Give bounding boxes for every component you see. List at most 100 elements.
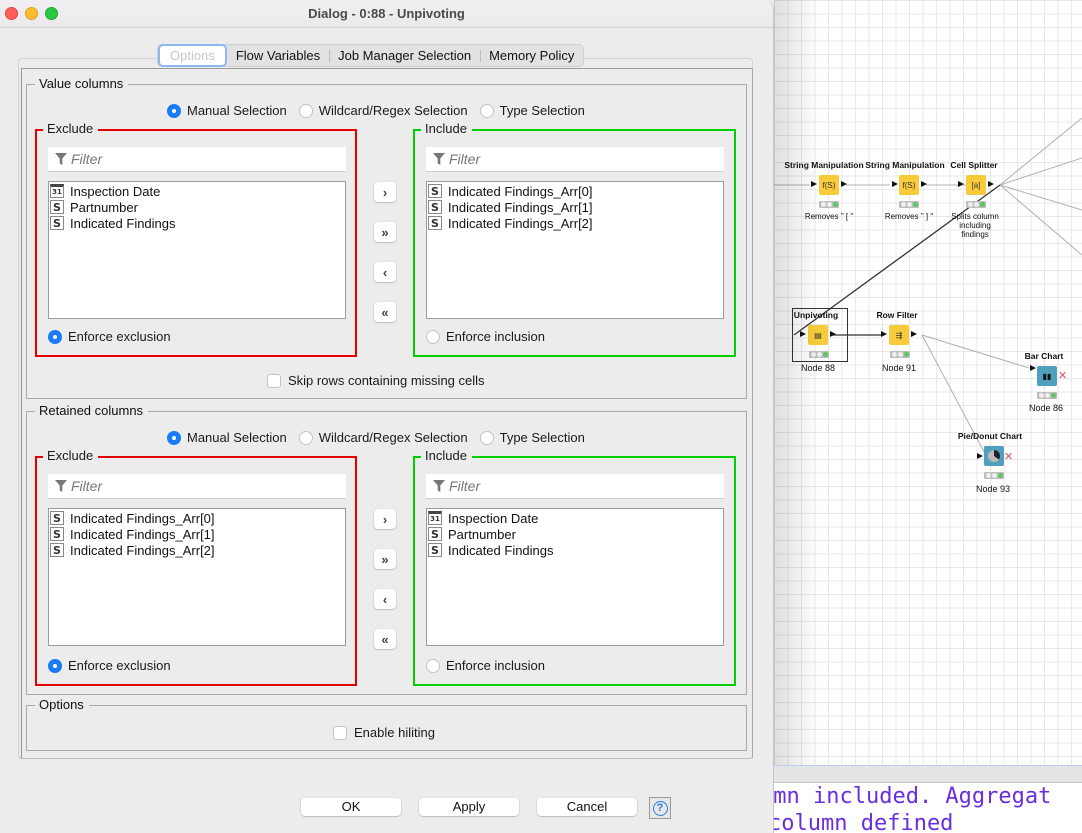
add-all-button[interactable]: »	[374, 549, 396, 569]
group-title: Retained columns	[35, 403, 149, 419]
list-item[interactable]: S Indicated Findings	[50, 215, 345, 231]
string-manipulation-icon: f(S)	[819, 175, 839, 195]
checkbox-unchecked[interactable]	[267, 373, 281, 388]
window-title: Dialog - 0:88 - Unpivoting	[308, 6, 465, 21]
add-button[interactable]: ›	[374, 182, 396, 202]
exclude-filter-input[interactable]: Filter	[48, 474, 346, 499]
date-type-icon: 31	[428, 511, 442, 525]
value-columns-mode-selector: Manual Selection Wildcard/Regex Selectio…	[167, 103, 597, 118]
mode-wildcard-regex-selection[interactable]: Wildcard/Regex Selection	[298, 103, 468, 118]
include-column-list[interactable]: 31 Inspection Date S Partnumber S Indicated…	[426, 508, 724, 646]
enforce-exclusion-radio[interactable]: Enforce exclusion	[48, 658, 171, 673]
tab-job-manager-selection[interactable]: Job Manager Selection	[329, 45, 480, 66]
list-item[interactable]: S Indicated Findings_Arr[2]	[428, 215, 723, 231]
node-status-traffic-light	[890, 351, 910, 358]
include-filter-input[interactable]: Filter	[426, 474, 724, 499]
radio-checked[interactable]	[48, 329, 62, 344]
help-button[interactable]: ?	[649, 797, 671, 819]
radio-unchecked[interactable]	[479, 103, 494, 118]
add-all-button[interactable]: »	[374, 222, 396, 242]
console-line: umn included. Aggregat	[774, 784, 1052, 809]
remove-button[interactable]: ‹	[374, 262, 396, 282]
node-annotation: Removes " [ "	[804, 212, 854, 221]
skip-missing-cells-checkbox[interactable]: Skip rows containing missing cells	[267, 373, 485, 388]
canvas-bottom-bar	[774, 765, 1082, 783]
radio-unchecked[interactable]	[298, 103, 313, 118]
list-item[interactable]: S Partnumber	[50, 199, 345, 215]
node-label: Node 93	[975, 484, 1011, 494]
enforce-exclusion-radio[interactable]: Enforce exclusion	[48, 329, 171, 344]
date-type-icon: 31	[50, 184, 64, 198]
column-name: Indicated Findings_Arr[2]	[70, 542, 215, 558]
radio-checked[interactable]	[167, 430, 181, 445]
apply-button[interactable]: Apply	[419, 798, 519, 816]
exclude-column-list[interactable]: 31 Inspection Date S Partnumber S Indicated…	[48, 181, 346, 319]
remove-all-button[interactable]: «	[374, 629, 396, 649]
pie-chart-icon	[984, 446, 1004, 466]
tab-memory-policy[interactable]: Memory Policy	[480, 45, 583, 66]
list-item[interactable]: S Partnumber	[428, 526, 723, 542]
include-filter-input[interactable]: Filter	[426, 147, 724, 172]
connection-wire	[999, 117, 1082, 186]
radio-unchecked[interactable]	[298, 430, 313, 445]
node-status-traffic-light	[966, 201, 986, 208]
include-column-list[interactable]: S Indicated Findings_Arr[0] S Indicated Fi…	[426, 181, 724, 319]
node-title: Row Filter	[876, 310, 918, 320]
list-item[interactable]: S Indicated Findings_Arr[1]	[428, 199, 723, 215]
list-item[interactable]: 31 Inspection Date	[50, 183, 345, 199]
filter-placeholder: Filter	[71, 478, 103, 494]
radio-label: Enforce exclusion	[68, 329, 171, 344]
cancel-button[interactable]: Cancel	[537, 798, 637, 816]
exclude-filter-input[interactable]: Filter	[48, 147, 346, 172]
column-name: Indicated Findings_Arr[0]	[448, 183, 593, 199]
mode-manual-selection[interactable]: Manual Selection	[167, 103, 287, 118]
node-title: Cell Splitter	[950, 160, 998, 170]
column-name: Indicated Findings_Arr[2]	[448, 215, 593, 231]
radio-checked[interactable]	[48, 658, 62, 673]
enable-hiliting-checkbox[interactable]: Enable hiliting	[333, 725, 435, 740]
add-button[interactable]: ›	[374, 509, 396, 529]
output-port-icon	[841, 181, 847, 187]
value-exclude-box: Exclude Filter 31 Inspection Date S Partnu…	[35, 121, 357, 357]
output-port-icon	[988, 181, 994, 187]
tab-flow-variables[interactable]: Flow Variables	[227, 45, 329, 66]
radio-unchecked[interactable]	[426, 658, 440, 673]
connection-wires	[774, 117, 1082, 453]
group-title: Options	[35, 697, 89, 713]
unpivoting-icon: ▤	[808, 325, 828, 345]
workflow-canvas[interactable]: String Manipulation f(S) Removes " [ " S…	[774, 0, 1082, 765]
list-item[interactable]: S Indicated Findings_Arr[1]	[50, 526, 345, 542]
checkbox-unchecked[interactable]	[333, 725, 347, 740]
exclude-column-list[interactable]: S Indicated Findings_Arr[0] S Indicated Fi…	[48, 508, 346, 646]
enforce-inclusion-radio[interactable]: Enforce inclusion	[426, 658, 545, 673]
ok-button[interactable]: OK	[301, 798, 401, 816]
list-item[interactable]: S Indicated Findings_Arr[2]	[50, 542, 345, 558]
console-panel: umn included. Aggregat column defined	[774, 783, 1082, 833]
string-type-icon: S	[50, 543, 64, 557]
radio-checked[interactable]	[167, 103, 181, 118]
radio-unchecked[interactable]	[479, 430, 494, 445]
list-item[interactable]: S Indicated Findings	[428, 542, 723, 558]
mode-manual-selection[interactable]: Manual Selection	[167, 430, 287, 445]
remove-button[interactable]: ‹	[374, 589, 396, 609]
remove-all-button[interactable]: «	[374, 302, 396, 322]
connection-wire	[999, 184, 1082, 256]
radio-unchecked[interactable]	[426, 329, 440, 344]
mode-type-selection[interactable]: Type Selection	[479, 103, 585, 118]
list-item[interactable]: S Indicated Findings_Arr[0]	[50, 510, 345, 526]
row-filter-icon: ⇶	[889, 325, 909, 345]
input-port-icon	[1030, 365, 1036, 371]
string-type-icon: S	[50, 527, 64, 541]
input-port-icon	[800, 331, 806, 337]
list-item[interactable]: S Indicated Findings_Arr[0]	[428, 183, 723, 199]
list-item[interactable]: 31 Inspection Date	[428, 510, 723, 526]
mode-type-selection[interactable]: Type Selection	[479, 430, 585, 445]
mode-wildcard-regex-selection[interactable]: Wildcard/Regex Selection	[298, 430, 468, 445]
filter-funnel-icon	[55, 153, 67, 165]
enforce-inclusion-radio[interactable]: Enforce inclusion	[426, 329, 545, 344]
string-type-icon: S	[428, 527, 442, 541]
radio-label: Manual Selection	[187, 103, 287, 118]
string-type-icon: S	[428, 543, 442, 557]
tab-options[interactable]: Options	[158, 44, 227, 67]
unpivoting-dialog: Dialog - 0:88 - Unpivoting Options Flow …	[0, 0, 774, 833]
